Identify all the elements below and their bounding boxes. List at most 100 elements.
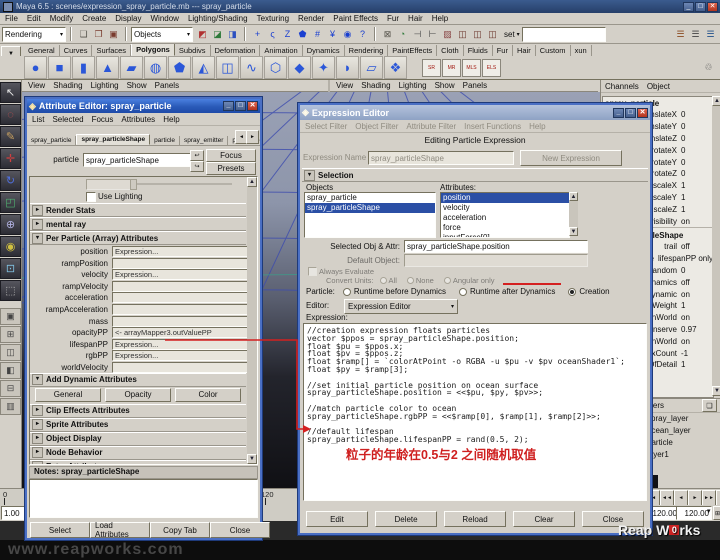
shelf-item-icon[interactable]: ▲ (96, 56, 119, 79)
shelf-item-icon[interactable]: ❖ (384, 56, 407, 79)
particle-mode-option[interactable]: Creation (568, 287, 609, 296)
attribute-value-field[interactable] (112, 258, 248, 269)
selection-mask-icon[interactable]: ◩ (195, 27, 210, 42)
playback-button[interactable]: ◄◄ (660, 490, 674, 506)
channel-value[interactable]: 0 (677, 266, 685, 275)
selection-mask-icon[interactable]: ◨ (225, 27, 240, 42)
snap-mode-icon[interactable]: ¥ (325, 27, 340, 42)
panel-menu-item[interactable]: Lighting (91, 81, 119, 90)
shelf-item-icon[interactable]: ◗ (336, 56, 359, 79)
shelf-item-icon[interactable]: ▰ (120, 56, 143, 79)
channel-value[interactable]: on (677, 313, 690, 322)
expand-icon[interactable]: ▸ (32, 419, 43, 430)
menuset-dropdown[interactable]: Rendering▾ (2, 27, 66, 42)
menu-item[interactable]: Edit (27, 14, 41, 23)
scroll-up-icon[interactable]: ▲ (247, 177, 257, 187)
menu-item[interactable]: Help (163, 115, 179, 124)
shelf-tab[interactable]: PaintEffects (388, 45, 437, 56)
close-button[interactable]: ✕ (637, 108, 648, 118)
expand-icon[interactable]: ▸ (32, 447, 43, 458)
notes-area[interactable] (29, 479, 258, 518)
attribute-list-item[interactable]: velocity (441, 203, 569, 213)
channel-value[interactable]: 0.97 (677, 325, 697, 334)
channel-value[interactable]: -1 (677, 349, 688, 358)
attribute-value-field[interactable] (112, 281, 248, 292)
layer-name[interactable]: spray_layer (647, 414, 688, 423)
shelf-tab[interactable]: Cloth (437, 45, 464, 56)
attribute-value-field[interactable] (112, 316, 248, 327)
snap-mode-icon[interactable]: ? (355, 27, 370, 42)
expression-editor-titlebar[interactable]: ◈ Expression Editor _ □ ✕ (300, 105, 650, 120)
trash-icon[interactable]: ♲ (701, 60, 716, 75)
attribute-editor-tab[interactable]: spray_emitter (180, 136, 228, 145)
dialog-button[interactable]: Reload (444, 511, 506, 527)
channel-value[interactable]: 1 (677, 181, 685, 190)
snap-mode-icon[interactable]: Z (280, 27, 295, 42)
layout-shortcut-icon[interactable]: ▣ (0, 308, 21, 325)
dialog-button[interactable]: Copy Tab (150, 522, 210, 538)
app-close-button[interactable]: ✕ (707, 2, 718, 12)
expand-icon[interactable]: ▸ (32, 205, 43, 216)
menu-item[interactable]: Fur (387, 14, 399, 23)
snap-mode-icon[interactable]: ς (265, 27, 280, 42)
toolbar-icon[interactable]: ▣ (106, 27, 121, 42)
menu-item[interactable]: Display (115, 14, 141, 23)
tool-icon[interactable]: ↖ (0, 82, 21, 103)
shelf-item-icon[interactable]: ◫ (216, 56, 239, 79)
menu-item[interactable]: Texturing (257, 14, 289, 23)
tool-icon[interactable]: ⊡ (0, 258, 21, 279)
attribute-value-field[interactable]: Expression... (112, 339, 248, 350)
shelf-tab[interactable]: xun (571, 45, 592, 56)
section-header[interactable]: ▸ Render Stats (30, 203, 246, 217)
playback-button[interactable]: ◄ (674, 490, 688, 506)
menu-item[interactable]: Create (82, 14, 106, 23)
shelf-tab[interactable]: Deformation (211, 45, 261, 56)
shelf-tab[interactable]: Fluids (464, 45, 493, 56)
shelf-item-icon[interactable]: ✦ (312, 56, 335, 79)
use-lighting-checkbox[interactable] (86, 192, 96, 202)
channel-box-menu-item[interactable]: Object (647, 82, 670, 92)
layout-shortcut-icon[interactable]: ⊞ (0, 326, 21, 343)
shelf-item-icon[interactable]: ∿ (240, 56, 263, 79)
add-dynamic-section-header[interactable]: ▾ Add Dynamic Attributes (30, 373, 246, 387)
render-control-icon[interactable]: ◔ (395, 27, 410, 42)
channel-value[interactable]: 0 (677, 110, 685, 119)
panel-menu-item[interactable]: Show (435, 81, 455, 90)
expand-icon[interactable]: ▸ (32, 461, 43, 465)
tab-scroll-right-icon[interactable]: ► (246, 130, 259, 144)
channel-value[interactable]: 0 (677, 122, 685, 131)
shelf-item-icon[interactable]: ◆ (288, 56, 311, 79)
show-panel-icon[interactable]: ☰ (688, 27, 703, 42)
section-header[interactable]: ▸ Extra Attributes (30, 460, 246, 465)
tool-icon[interactable]: ◰ (0, 192, 21, 213)
panel-menu-item[interactable]: Lighting (399, 81, 427, 90)
attribute-editor-tab[interactable]: spray_particle (27, 136, 76, 145)
attributes-list[interactable]: positionvelocityaccelerationforceinputFo… (440, 192, 570, 238)
dialog-button[interactable]: Close (210, 522, 270, 538)
layout-shortcut-icon[interactable]: ▥ (0, 398, 21, 415)
radio-icon[interactable] (343, 288, 351, 296)
layout-shortcut-icon[interactable]: ◧ (0, 362, 21, 379)
collapse-icon[interactable]: ▾ (32, 374, 43, 385)
tool-icon[interactable]: ⬚ (0, 280, 21, 301)
tool-icon[interactable]: ✛ (0, 148, 21, 169)
objects-list[interactable]: spray_particlespray_particleShape (304, 192, 436, 238)
dialog-button[interactable]: Select (30, 522, 90, 538)
maximize-button[interactable]: □ (625, 108, 636, 118)
channel-value[interactable]: 0 (677, 134, 685, 143)
channel-value[interactable]: 1 (677, 301, 685, 310)
menu-item[interactable]: Attributes (121, 115, 155, 124)
shelf-item-icon[interactable]: ⬟ (168, 56, 191, 79)
shelf-item-icon[interactable]: ■ (48, 56, 71, 79)
panel-menu-item[interactable]: Panels (463, 81, 487, 90)
menu-item[interactable]: Hair (408, 14, 423, 23)
attribute-list-item[interactable]: inputForce[0] (441, 233, 569, 238)
tool-icon[interactable]: ↻ (0, 170, 21, 191)
channel-value[interactable]: 0 (677, 169, 685, 178)
channel-box-menu-item[interactable]: Channels (605, 82, 639, 92)
channel-value[interactable]: off (677, 242, 690, 251)
menu-item[interactable]: Object Filter (355, 122, 398, 131)
presets-button[interactable]: Presets (206, 162, 256, 175)
attribute-value-field[interactable] (112, 304, 248, 315)
shelf-item-icon[interactable]: ◍ (144, 56, 167, 79)
